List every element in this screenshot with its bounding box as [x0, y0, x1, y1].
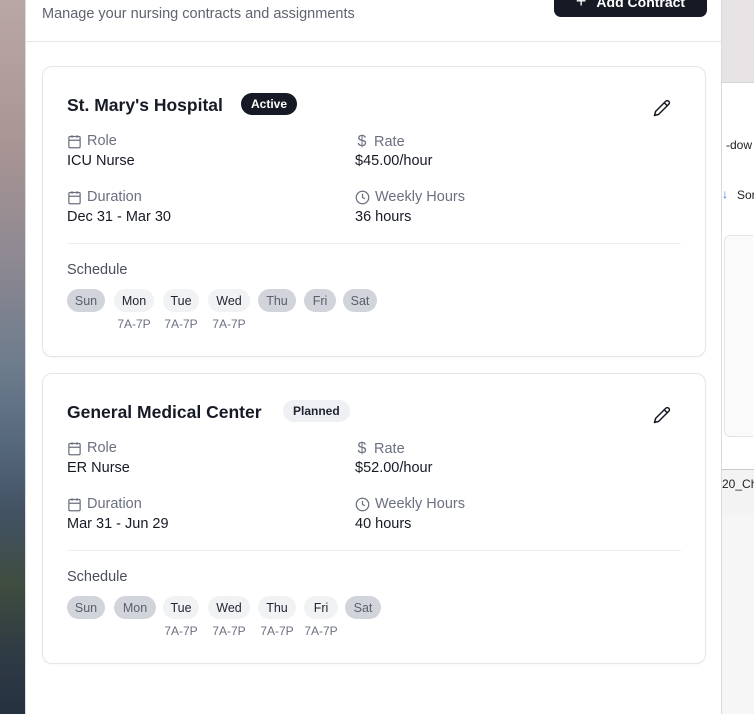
shift-time: 7A-7P — [212, 624, 246, 638]
dollar-icon: $ — [357, 133, 367, 150]
schedule-day: Sun — [67, 596, 105, 619]
card-divider — [67, 550, 681, 551]
weekly-hours-label: Weekly Hours — [355, 496, 465, 512]
schedule-day: Mon — [114, 289, 154, 312]
weekly-hours-value: 40 hours — [355, 516, 412, 532]
schedule-day: Tue — [163, 596, 199, 619]
duration-value: Mar 31 - Jun 29 — [67, 516, 169, 532]
rate-label: $ Rate — [355, 440, 405, 458]
schedule-day: Tue — [163, 289, 199, 312]
schedule-day: Wed — [208, 289, 250, 312]
role-label: Role — [67, 440, 117, 456]
background-window-titlebar — [722, 0, 754, 82]
background-window-content: -dow ↓ Sor — [722, 82, 754, 470]
calendar-icon — [68, 190, 81, 204]
duration-label: Duration — [67, 496, 142, 512]
plus-icon: + — [575, 0, 587, 11]
header-divider — [26, 41, 721, 42]
shift-time: 7A-7P — [164, 317, 198, 331]
rate-value: $52.00/hour — [355, 460, 433, 476]
shift-time: 7A-7P — [117, 317, 151, 331]
schedule-day: Fri — [304, 289, 336, 312]
pencil-edit-icon[interactable] — [653, 406, 671, 424]
shift-time: 7A-7P — [164, 624, 198, 638]
schedule-day: Mon — [114, 596, 156, 619]
schedule-day: Thu — [258, 289, 296, 312]
weekly-hours-label: Weekly Hours — [355, 189, 465, 205]
dollar-icon: $ — [357, 440, 367, 457]
contract-card: St. Mary's Hospital Active Role ICU Nurs… — [42, 66, 706, 357]
background-window-lower: 20_Ch — [722, 477, 754, 714]
add-contract-button-label: Add Contract — [596, 0, 686, 10]
facility-name: General Medical Center — [67, 402, 262, 422]
schedule-day: Sat — [343, 289, 377, 312]
facility-name: St. Mary's Hospital — [67, 95, 223, 115]
card-divider — [67, 243, 681, 244]
background-text-fragment: Sor — [737, 188, 754, 202]
calendar-icon — [68, 134, 81, 148]
shift-time: 7A-7P — [212, 317, 246, 331]
role-label: Role — [67, 133, 117, 149]
pencil-edit-icon[interactable] — [653, 99, 671, 117]
background-text-fragment: -dow — [726, 138, 753, 152]
rate-value: $45.00/hour — [355, 153, 433, 169]
schedule-day: Sun — [67, 289, 105, 312]
schedule-day: Sat — [345, 596, 381, 619]
role-value: ER Nurse — [67, 460, 130, 476]
schedule-label: Schedule — [67, 262, 128, 278]
shift-time: 7A-7P — [260, 624, 294, 638]
clock-icon — [355, 190, 370, 204]
background-preview-pane — [724, 235, 753, 437]
calendar-icon — [68, 441, 81, 455]
duration-value: Dec 31 - Mar 30 — [67, 209, 171, 225]
shift-time: 7A-7P — [304, 624, 338, 638]
role-value: ICU Nurse — [67, 153, 135, 169]
weekly-hours-value: 36 hours — [355, 209, 412, 225]
clock-icon — [355, 497, 370, 511]
background-text-fragment: 20_Ch — [722, 477, 754, 491]
page-subtitle: Manage your nursing contracts and assign… — [42, 6, 355, 22]
status-badge: Active — [241, 93, 298, 115]
desktop-wallpaper — [0, 0, 26, 714]
schedule-day: Thu — [258, 596, 296, 619]
add-contract-button[interactable]: + Add Contract — [554, 0, 707, 17]
contract-card: General Medical Center Planned Role ER N… — [42, 373, 706, 664]
schedule-day: Wed — [208, 596, 250, 619]
sort-down-arrow-icon: ↓ — [722, 187, 728, 201]
schedule-day: Fri — [304, 596, 338, 619]
status-badge: Planned — [283, 400, 350, 422]
rate-label: $ Rate — [355, 133, 405, 151]
calendar-icon — [68, 497, 81, 511]
duration-label: Duration — [67, 189, 142, 205]
contracts-panel: Manage your nursing contracts and assign… — [25, 0, 722, 714]
schedule-label: Schedule — [67, 569, 128, 585]
